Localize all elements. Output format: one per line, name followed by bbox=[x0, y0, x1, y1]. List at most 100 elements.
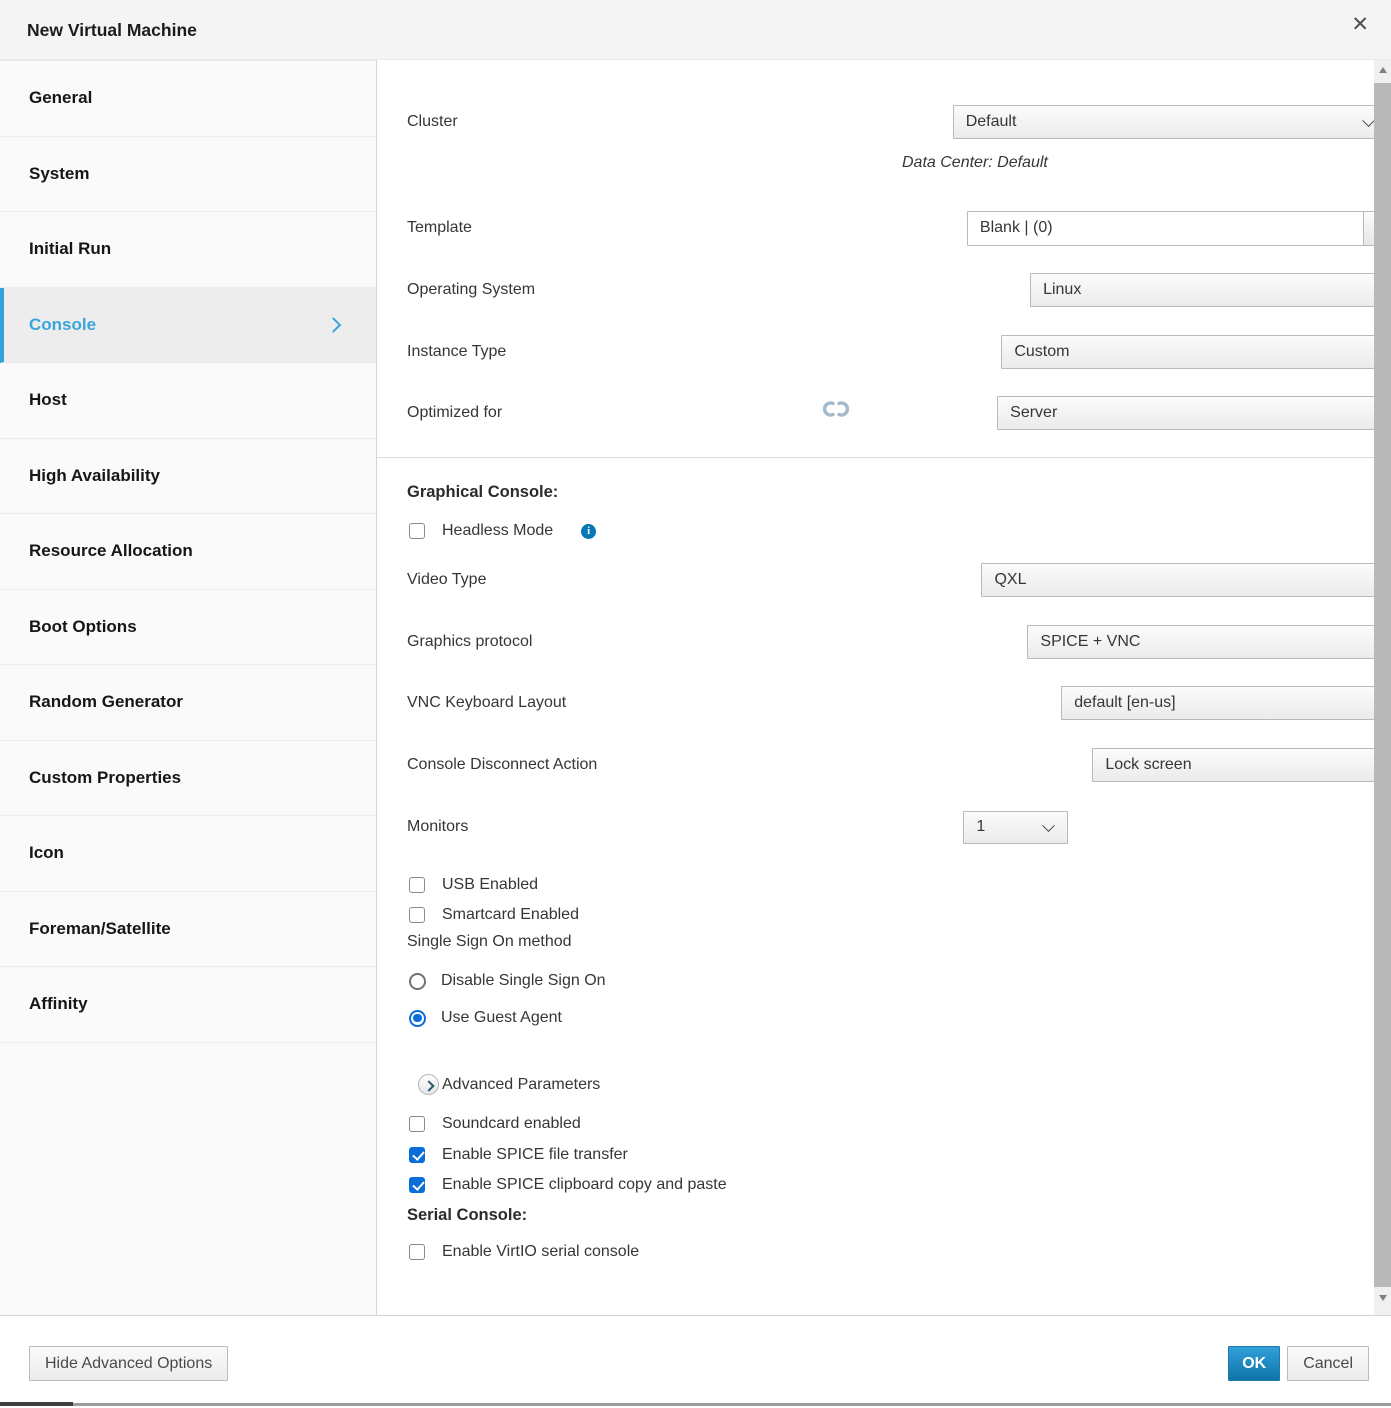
smartcard-enabled-checkbox[interactable] bbox=[409, 907, 425, 923]
operating-system-select[interactable]: Linux bbox=[1030, 273, 1391, 307]
close-icon[interactable]: ✕ bbox=[1351, 14, 1369, 35]
vnc-keyboard-select[interactable]: default [en-us] bbox=[1061, 686, 1391, 720]
usb-enabled-checkbox[interactable] bbox=[409, 877, 425, 893]
spice-file-transfer-checkbox[interactable] bbox=[409, 1147, 425, 1163]
headless-mode-label: Headless Mode bbox=[442, 522, 553, 540]
sidebar-item-affinity[interactable]: Affinity bbox=[0, 967, 376, 1043]
scrollbar-up-arrow[interactable] bbox=[1374, 62, 1391, 79]
vertical-scrollbar[interactable] bbox=[1374, 60, 1391, 1315]
optimized-for-select[interactable]: Server bbox=[997, 396, 1391, 430]
usb-enabled-checkbox-row[interactable]: USB Enabled bbox=[409, 875, 538, 895]
graphics-protocol-select[interactable]: SPICE + VNC bbox=[1027, 625, 1391, 659]
monitors-row: Monitors 1 bbox=[407, 810, 1337, 844]
scrollbar-down-arrow[interactable] bbox=[1374, 1290, 1391, 1307]
template-combobox[interactable]: Blank | (0) bbox=[967, 211, 1391, 246]
sso-disable-radio-row[interactable]: Disable Single Sign On bbox=[409, 971, 606, 991]
vnc-keyboard-value: default [en-us] bbox=[1074, 694, 1175, 712]
data-center-note: Data Center: Default bbox=[902, 154, 1048, 172]
optimized-for-label: Optimized for bbox=[407, 404, 502, 422]
ok-button[interactable]: OK bbox=[1228, 1346, 1280, 1381]
sidebar-item-custom-properties[interactable]: Custom Properties bbox=[0, 741, 376, 817]
virtio-serial-checkbox[interactable] bbox=[409, 1244, 425, 1260]
sidebar-item-label: System bbox=[29, 164, 89, 184]
template-row: Template Blank | (0) bbox=[407, 211, 1337, 245]
bottom-edge-line bbox=[0, 1403, 1391, 1406]
spice-clipboard-label: Enable SPICE clipboard copy and paste bbox=[442, 1176, 727, 1194]
console-disconnect-value: Lock screen bbox=[1105, 756, 1191, 774]
sidebar-item-label: Custom Properties bbox=[29, 768, 181, 788]
sidebar-item-icon[interactable]: Icon bbox=[0, 816, 376, 892]
sso-guest-agent-radio-row[interactable]: Use Guest Agent bbox=[409, 1008, 562, 1028]
new-vm-dialog: New Virtual Machine ✕ General System Ini… bbox=[0, 0, 1391, 1408]
monitors-select[interactable]: 1 bbox=[963, 811, 1068, 844]
sidebar-item-label: Foreman/Satellite bbox=[29, 919, 171, 939]
sidebar-item-label: Initial Run bbox=[29, 239, 111, 259]
sidebar-item-label: Console bbox=[29, 315, 96, 335]
sidebar-item-boot-options[interactable]: Boot Options bbox=[0, 590, 376, 666]
sso-guest-agent-radio[interactable] bbox=[409, 1010, 426, 1027]
video-type-select[interactable]: QXL bbox=[981, 563, 1391, 597]
sidebar-item-system[interactable]: System bbox=[0, 137, 376, 213]
headless-mode-checkbox[interactable] bbox=[409, 523, 425, 539]
hide-advanced-options-button[interactable]: Hide Advanced Options bbox=[29, 1346, 228, 1381]
template-value: Blank | (0) bbox=[980, 219, 1053, 237]
vnc-keyboard-label: VNC Keyboard Layout bbox=[407, 694, 566, 712]
cluster-value: Default bbox=[966, 113, 1017, 131]
soundcard-checkbox[interactable] bbox=[409, 1116, 425, 1132]
chevron-down-icon bbox=[1042, 819, 1055, 832]
instance-type-label: Instance Type bbox=[407, 343, 506, 361]
section-divider bbox=[377, 457, 1374, 458]
sidebar-item-host[interactable]: Host bbox=[0, 363, 376, 439]
spice-file-transfer-checkbox-row[interactable]: Enable SPICE file transfer bbox=[409, 1145, 628, 1165]
info-icon[interactable]: i bbox=[581, 524, 596, 539]
operating-system-value: Linux bbox=[1043, 281, 1081, 299]
bottom-edge-dark-segment bbox=[0, 1402, 73, 1406]
triangle-down-icon bbox=[1379, 1295, 1387, 1301]
spice-clipboard-checkbox[interactable] bbox=[409, 1177, 425, 1193]
sidebar-item-resource-allocation[interactable]: Resource Allocation bbox=[0, 514, 376, 590]
cancel-button[interactable]: Cancel bbox=[1287, 1346, 1369, 1381]
sso-guest-agent-label: Use Guest Agent bbox=[441, 1009, 562, 1027]
chevron-right-icon bbox=[326, 317, 342, 333]
smartcard-enabled-checkbox-row[interactable]: Smartcard Enabled bbox=[409, 905, 579, 925]
template-label: Template bbox=[407, 219, 472, 237]
instance-type-value: Custom bbox=[1014, 343, 1069, 361]
monitors-value: 1 bbox=[976, 818, 985, 836]
dialog-title: New Virtual Machine bbox=[27, 0, 197, 60]
spice-clipboard-checkbox-row[interactable]: Enable SPICE clipboard copy and paste bbox=[409, 1175, 727, 1195]
scrollbar-thumb[interactable] bbox=[1374, 83, 1391, 1287]
video-type-value: QXL bbox=[994, 571, 1026, 589]
spice-file-transfer-label: Enable SPICE file transfer bbox=[442, 1146, 628, 1164]
headless-mode-checkbox-row[interactable]: Headless Mode i bbox=[409, 521, 596, 541]
sidebar-item-initial-run[interactable]: Initial Run bbox=[0, 212, 376, 288]
console-disconnect-select[interactable]: Lock screen bbox=[1092, 748, 1391, 782]
footer-actions: OK Cancel bbox=[1228, 1346, 1369, 1381]
graphics-protocol-label: Graphics protocol bbox=[407, 633, 532, 651]
virtio-serial-checkbox-row[interactable]: Enable VirtIO serial console bbox=[409, 1242, 639, 1262]
cluster-row: Cluster Default bbox=[407, 105, 1337, 139]
dialog-sidebar: General System Initial Run Console Host … bbox=[0, 60, 377, 1315]
sidebar-item-random-generator[interactable]: Random Generator bbox=[0, 665, 376, 741]
optimized-for-row: Optimized for Server bbox=[407, 396, 1337, 430]
video-type-row: Video Type QXL bbox=[407, 563, 1337, 597]
sidebar-item-label: Random Generator bbox=[29, 692, 183, 712]
soundcard-checkbox-row[interactable]: Soundcard enabled bbox=[409, 1114, 581, 1134]
cluster-label: Cluster bbox=[407, 113, 458, 131]
sidebar-item-console[interactable]: Console bbox=[0, 288, 376, 364]
sidebar-item-label: Boot Options bbox=[29, 617, 137, 637]
sidebar-item-label: Resource Allocation bbox=[29, 541, 193, 561]
instance-type-row: Instance Type Custom bbox=[407, 335, 1337, 369]
expand-arrow-icon[interactable] bbox=[418, 1074, 439, 1095]
sso-disable-radio[interactable] bbox=[409, 973, 426, 990]
console-tab-panel: Cluster Default Data Center: Default Tem… bbox=[377, 60, 1374, 1315]
graphics-protocol-row: Graphics protocol SPICE + VNC bbox=[407, 625, 1337, 659]
instance-type-select[interactable]: Custom bbox=[1001, 335, 1391, 369]
sidebar-item-foreman-satellite[interactable]: Foreman/Satellite bbox=[0, 892, 376, 968]
triangle-up-icon bbox=[1379, 67, 1387, 73]
sidebar-item-high-availability[interactable]: High Availability bbox=[0, 439, 376, 515]
advanced-parameters-toggle[interactable]: Advanced Parameters bbox=[418, 1074, 600, 1095]
sidebar-item-general[interactable]: General bbox=[0, 61, 376, 137]
optimized-for-value: Server bbox=[1010, 404, 1057, 422]
operating-system-row: Operating System Linux bbox=[407, 273, 1337, 307]
cluster-select[interactable]: Default bbox=[953, 105, 1388, 139]
